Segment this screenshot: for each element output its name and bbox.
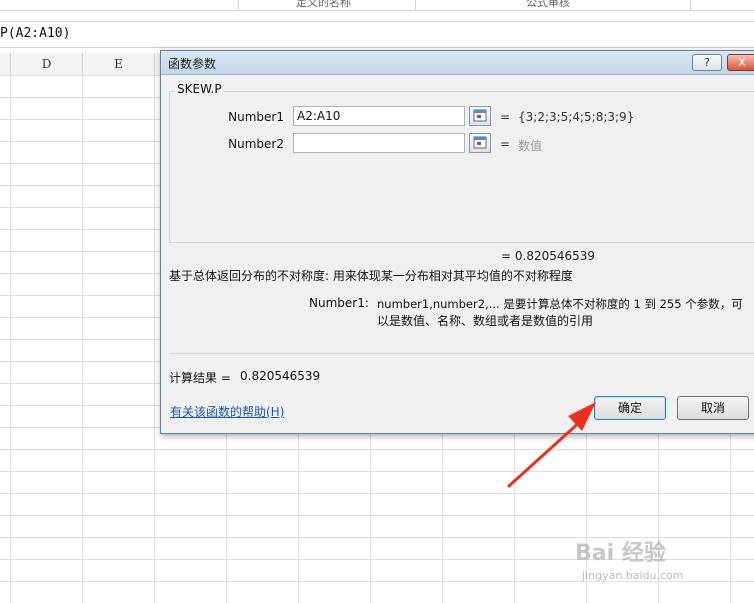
baidu-watermark-url: jingyan.baidu.com bbox=[582, 569, 684, 582]
annotation-arrow-icon bbox=[507, 402, 596, 488]
baidu-watermark: Bai 经验 bbox=[575, 541, 666, 566]
